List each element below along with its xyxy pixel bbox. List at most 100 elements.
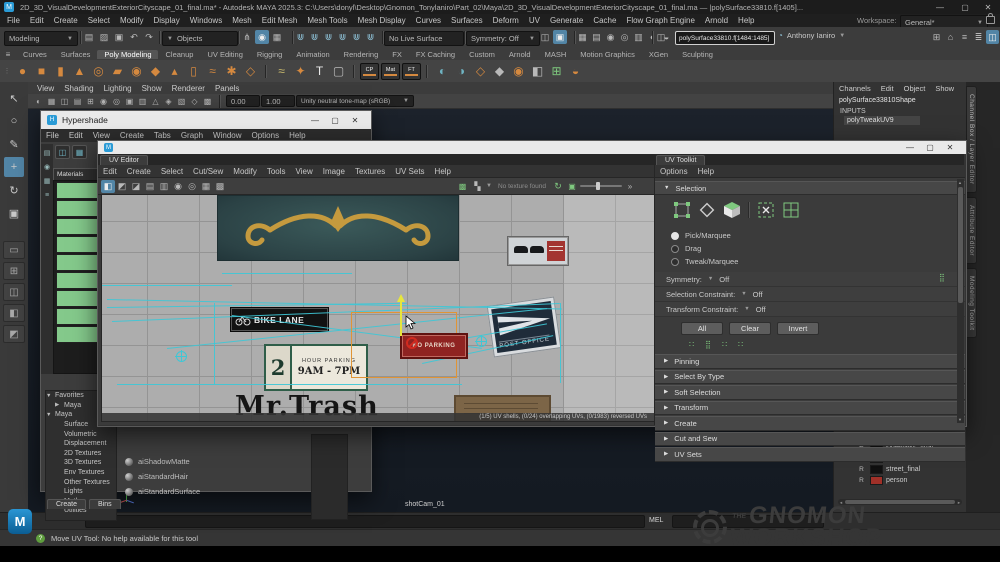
shaded-icon[interactable]: ◉ — [97, 95, 110, 107]
quick-selection-field[interactable]: polySurface33810.f[1484:1485] — [675, 31, 775, 45]
minimize-icon[interactable]: — — [900, 143, 920, 152]
symmetry-selector[interactable]: Symmetry: Off▼ — [466, 31, 540, 46]
image-range-icon[interactable]: ▣ — [566, 180, 578, 192]
materials-filter-icon[interactable]: ◉ — [42, 162, 52, 172]
material-swatch[interactable] — [56, 182, 98, 199]
textures-filter-icon[interactable]: ▦ — [42, 176, 52, 186]
grid-toggle-icon[interactable]: ⊞ — [930, 30, 943, 44]
hypershade-menu-item[interactable]: Help — [284, 131, 310, 140]
command-language-label[interactable]: MEL — [649, 517, 663, 524]
shelf-handle[interactable]: ⋮ — [2, 67, 12, 75]
panel-menu-item[interactable]: Shading — [59, 84, 98, 93]
uv-editor-menu-item[interactable]: Help — [430, 167, 456, 176]
lighting-icon[interactable]: ▣ — [123, 95, 136, 107]
paint-select-tool[interactable]: ✎ — [4, 134, 24, 154]
uv-symmetry-tool-icon[interactable]: ▩ — [213, 180, 227, 193]
layer-row[interactable]: R street_final — [834, 464, 967, 475]
selection-section-header[interactable]: ▼ Selection — [655, 181, 965, 195]
outline-icon[interactable]: ≣ — [972, 30, 985, 44]
selection-mode-radio[interactable]: Drag — [671, 244, 965, 253]
toolkit-section-header[interactable]: ▶ Cut and Sew — [655, 432, 965, 447]
shelf-tab[interactable]: Cleanup — [158, 50, 200, 59]
minimize-icon[interactable]: — — [305, 116, 325, 125]
menu-item[interactable]: Edit — [25, 16, 49, 25]
target-weld-icon[interactable]: ◉ — [509, 62, 528, 81]
uv-editor-menu-item[interactable]: UV Sets — [390, 167, 429, 176]
material-swatch[interactable] — [56, 218, 98, 235]
shelf-tab[interactable]: Surfaces — [54, 50, 98, 59]
toolkit-section-header[interactable]: ▶ Select By Type — [655, 370, 965, 385]
channel-box-menu-item[interactable]: Channels — [834, 84, 876, 93]
hypershade-bottom-tab[interactable]: Bins — [89, 499, 121, 509]
select-object-icon[interactable]: ◉ — [255, 30, 269, 44]
uv-texture-sign-bike-lane[interactable]: BIKE LANE — [230, 307, 329, 332]
hypershade-menu-item[interactable]: Tabs — [149, 131, 176, 140]
scroll-up-icon[interactable]: ▲ — [958, 180, 962, 185]
material-browser-item[interactable]: aiShadowMatte — [121, 454, 271, 469]
scale-tool[interactable]: ▣ — [4, 203, 24, 223]
frame-all-icon[interactable]: ⌂ — [944, 30, 957, 44]
open-render-view-icon[interactable]: ▦ — [576, 30, 589, 44]
toolkit-section-header[interactable]: ▶ Create — [655, 416, 965, 431]
poly-plane-icon[interactable]: ▰ — [108, 62, 127, 81]
material-swatch[interactable] — [56, 272, 98, 289]
menu-item[interactable]: File — [2, 16, 25, 25]
lock-camera-icon[interactable]: ▦ — [45, 95, 58, 107]
isolate-icon[interactable]: ▩ — [201, 95, 214, 107]
hypershade-menu-item[interactable]: Options — [247, 131, 285, 140]
poly-platonic-icon[interactable]: ◆ — [146, 62, 165, 81]
shelf-tab[interactable]: MASH — [538, 50, 574, 59]
xray-icon[interactable]: ▧ — [175, 95, 188, 107]
image-plane-icon[interactable]: ⊞ — [84, 95, 97, 107]
redo-icon[interactable]: ↷ — [142, 30, 156, 44]
toolkit-scrollbar[interactable]: ▲ ▼ — [957, 179, 964, 423]
create-category[interactable]: 3D Textures — [46, 458, 116, 468]
constraint-row[interactable]: Symmetry: ▼ Off — [655, 272, 965, 287]
select-camera-icon[interactable]: ◐ — [32, 95, 45, 107]
render-settings-icon[interactable]: ▥ — [632, 30, 645, 44]
menu-item[interactable]: Cache — [588, 16, 621, 25]
material-swatch[interactable] — [56, 326, 98, 343]
expand-toolbar-icon[interactable]: » — [624, 180, 636, 192]
sidebar-tab[interactable]: Channel Box / Layer Editor — [966, 86, 977, 193]
shelf-menu-icon[interactable]: ≡ — [0, 50, 16, 59]
close-icon[interactable]: ✕ — [345, 116, 365, 125]
panel-layout-icon[interactable]: ◫ — [986, 30, 999, 44]
select-component-icon[interactable]: ▦ — [270, 30, 284, 44]
uv-pinch-tool-icon[interactable]: ▥ — [157, 180, 171, 193]
poly-cone-icon[interactable]: ▲ — [70, 62, 89, 81]
poly-pipe-icon[interactable]: ▯ — [184, 62, 203, 81]
slider-handle[interactable] — [596, 182, 600, 190]
uv-lattice-tool-icon[interactable]: ◧ — [101, 180, 115, 193]
camera-attrs-icon[interactable]: ◫ — [58, 95, 71, 107]
snap-curve-icon[interactable]: ⋓ — [308, 30, 321, 44]
panel-menu-item[interactable]: Renderer — [167, 84, 210, 93]
mirror-icon[interactable]: ◧ — [528, 62, 547, 81]
menu-item[interactable]: Windows — [185, 16, 227, 25]
open-scene-icon[interactable]: ▨ — [97, 30, 111, 44]
ep-curve-icon[interactable]: ≈ — [272, 62, 291, 81]
new-scene-icon[interactable]: ▤ — [82, 30, 96, 44]
uv-optimize-tool-icon[interactable]: ◎ — [185, 180, 199, 193]
star-icon[interactable]: ✦ — [291, 62, 310, 81]
uv-shell-mode-icon[interactable] — [782, 201, 800, 219]
snap-point-icon[interactable]: ⋓ — [322, 30, 335, 44]
poly-cube-icon[interactable]: ■ — [32, 62, 51, 81]
uv-editor-titlebar[interactable]: M — ▢ ✕ — [98, 141, 966, 154]
select-action-button[interactable]: Invert — [777, 322, 819, 335]
shelf-tab[interactable]: XGen — [642, 50, 675, 59]
uv-toolkit-menu-item[interactable]: Options — [655, 167, 693, 176]
user-account-menu[interactable]: ◔ Anthony Ianiro ▼ — [778, 31, 845, 40]
hypershade-menu-item[interactable]: Create — [115, 131, 149, 140]
layer-color-swatch[interactable] — [870, 465, 883, 474]
channel-box-menu-item[interactable]: Edit — [876, 84, 899, 93]
uv-editor-menu-item[interactable]: Textures — [350, 167, 390, 176]
select-inner-icon[interactable]: ∷ — [738, 340, 744, 349]
poly-soccerball-icon[interactable]: ◇ — [241, 62, 260, 81]
menu-item[interactable]: Surfaces — [446, 16, 488, 25]
command-input-field[interactable] — [85, 515, 645, 528]
close-icon[interactable]: ✕ — [940, 143, 960, 152]
quad-draw-icon[interactable]: ◇ — [471, 62, 490, 81]
uv-grab-tool-icon[interactable]: ▤ — [143, 180, 157, 193]
uv-mode-icon[interactable] — [757, 201, 775, 219]
